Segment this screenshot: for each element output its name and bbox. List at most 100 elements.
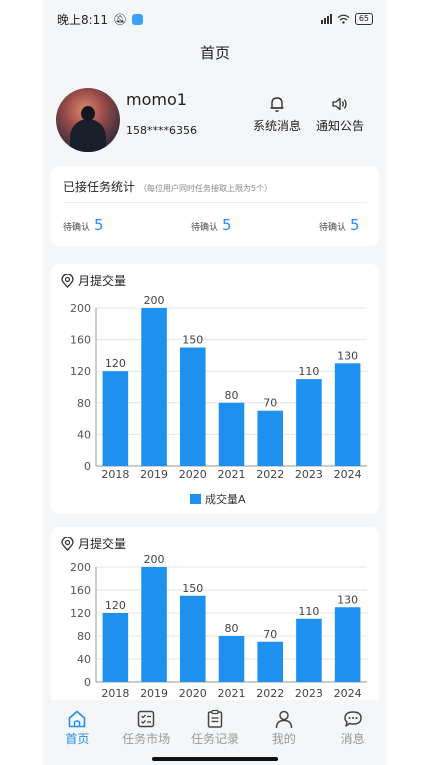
tab-profile[interactable]: 我的: [254, 700, 314, 765]
chart-title-text: 月提交量: [78, 274, 127, 288]
data-label: 150: [182, 334, 203, 347]
tab-records[interactable]: 任务记录: [185, 700, 245, 765]
x-tick-label: 2020: [179, 687, 207, 700]
stats-title-text: 已接任务统计: [63, 180, 136, 194]
notice-label: 通知公告: [316, 119, 365, 133]
message-icon: [343, 711, 362, 727]
y-tick-label: 40: [77, 653, 91, 666]
system-message-label: 系统消息: [253, 119, 302, 133]
x-tick-label: 2021: [218, 468, 246, 481]
chart-title: 月提交量: [61, 272, 126, 289]
data-label: 200: [144, 294, 165, 307]
system-message-button[interactable]: 系统消息: [253, 95, 301, 134]
tab-label: 任务市场: [122, 732, 171, 746]
bar: [257, 410, 283, 466]
notice-button[interactable]: 通知公告: [316, 95, 364, 134]
chart-card: 0 40 80 120 160 200 120 2018 200 2019 150 2020 80 202…: [51, 527, 379, 702]
chart-title-text: 月提交量: [78, 537, 127, 551]
legend-label: 成交量A: [205, 492, 246, 506]
legend-swatch: [190, 494, 201, 504]
bar: [102, 613, 129, 682]
x-tick-label: 2022: [256, 687, 284, 700]
bar: [296, 379, 322, 466]
tab-home[interactable]: 首页: [47, 700, 107, 765]
bar-chart: 0 40 80 120 160 200 120 2018 200 2019 150 2020 80 202…: [70, 553, 367, 700]
stats-note: （每位用户同时任务接取上限为5个）: [139, 184, 273, 193]
avatar[interactable]: [56, 88, 120, 152]
y-tick-label: 160: [70, 334, 91, 347]
y-tick-label: 160: [70, 584, 91, 597]
bar: [296, 618, 322, 682]
data-label: 200: [144, 553, 165, 566]
record-icon: [207, 709, 223, 728]
data-label: 80: [225, 622, 239, 635]
tab-market[interactable]: 任务市场: [116, 700, 176, 765]
stat-item[interactable]: 待确认 5: [191, 216, 232, 234]
y-tick-label: 80: [77, 397, 91, 410]
y-tick-label: 200: [70, 302, 91, 315]
y-tick-label: 200: [70, 561, 91, 574]
x-tick-label: 2018: [101, 687, 129, 700]
x-tick-label: 2024: [334, 687, 362, 700]
x-tick-label: 2023: [295, 468, 323, 481]
battery-icon: 65: [354, 13, 373, 25]
location-icon: [61, 536, 74, 551]
stat-label: 待确认: [63, 223, 91, 233]
x-tick-label: 2019: [140, 468, 168, 481]
user-icon: [275, 710, 293, 729]
bar: [218, 402, 245, 466]
profile-section: momo1 158****6356 系统消息 通知公告: [43, 88, 387, 174]
chart-title: 月提交量: [61, 535, 126, 552]
stats-title: 已接任务统计 （每位用户同时任务接取上限为5个）: [63, 178, 272, 195]
y-tick-label: 0: [84, 676, 91, 689]
task-stats-card: 已接任务统计 （每位用户同时任务接取上限为5个） 待确认 5 待确认 5 待确认 …: [51, 166, 379, 246]
market-icon: [137, 710, 155, 728]
username: momo1: [126, 90, 187, 109]
bar: [141, 567, 167, 682]
page-title: 首页: [199, 44, 230, 62]
home-indicator: [152, 757, 278, 761]
data-label: 80: [225, 389, 239, 402]
data-label: 130: [337, 349, 358, 362]
stat-label: 待确认: [319, 223, 347, 233]
wifi-icon: [337, 14, 350, 24]
x-tick-label: 2023: [295, 687, 323, 700]
stat-value: 5: [350, 216, 360, 234]
bar: [218, 636, 245, 682]
bell-icon: [270, 97, 284, 112]
home-icon: [69, 710, 86, 728]
x-tick-label: 2021: [218, 687, 246, 700]
signal-icon: [320, 14, 332, 24]
stat-value: 5: [222, 216, 232, 234]
stat-label: 待确认: [191, 223, 219, 233]
tab-label: 任务记录: [190, 732, 239, 746]
phone-number: 158****6356: [126, 124, 197, 137]
data-label: 120: [105, 599, 126, 612]
tab-messages[interactable]: 消息: [323, 700, 383, 765]
bar: [180, 595, 206, 682]
y-tick-label: 40: [77, 428, 91, 441]
data-label: 120: [105, 357, 126, 370]
data-label: 70: [263, 628, 277, 641]
chart-card: 0 40 80 120 160 200 120 2018 200 2019 150 2020 80 202…: [51, 264, 379, 514]
tab-label: 我的: [271, 732, 296, 746]
stat-value: 5: [94, 216, 104, 234]
data-label: 110: [298, 365, 319, 378]
app-notification-icon: [131, 13, 143, 25]
app-screen: 晚上8:11 🔕︎ 65 首页 momo1 158****6356 系统消息 通…: [43, 0, 387, 765]
status-time: 晚上8:11: [57, 12, 108, 27]
mute-icon: 🔕︎: [112, 12, 127, 26]
bottom-tab-bar: 首页 任务市场 任务记录 我的 消息: [43, 700, 387, 765]
bar: [102, 371, 129, 466]
tab-label: 首页: [65, 732, 90, 746]
stat-item[interactable]: 待确认 5: [319, 216, 360, 234]
x-tick-label: 2022: [256, 468, 284, 481]
x-tick-label: 2018: [101, 468, 129, 481]
bar: [257, 641, 283, 682]
data-label: 110: [298, 605, 319, 618]
x-tick-label: 2020: [179, 468, 207, 481]
divider: [63, 202, 367, 203]
data-label: 70: [263, 397, 277, 410]
y-tick-label: 80: [77, 630, 91, 643]
stat-item[interactable]: 待确认 5: [63, 216, 104, 234]
